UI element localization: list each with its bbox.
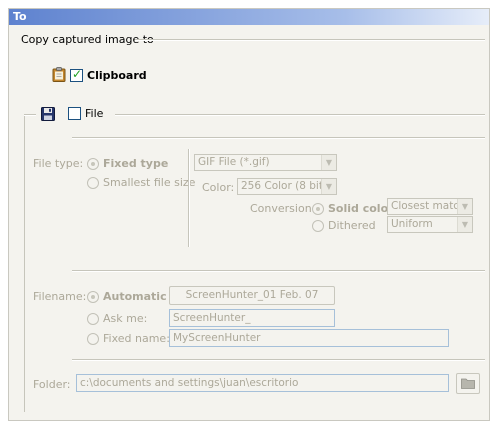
folder-label: Folder: — [33, 378, 71, 391]
file-checkbox[interactable] — [68, 107, 81, 120]
fixed-type-radio[interactable] — [87, 158, 99, 170]
format-select[interactable]: GIF File (*.gif) ▼ — [194, 154, 337, 171]
browse-folder-button[interactable] — [456, 373, 480, 394]
folder-icon — [461, 377, 475, 393]
file-options-divider-bottom — [72, 359, 485, 361]
file-type-label: File type: — [33, 157, 84, 170]
ask-me-label[interactable]: Ask me: — [103, 312, 147, 325]
solid-color-radio[interactable] — [312, 203, 324, 215]
automatic-filename-button[interactable]: ScreenHunter_01 Feb. 07 12.0... — [169, 286, 335, 305]
color-label: Color: — [202, 181, 235, 194]
clipboard-label[interactable]: Clipboard — [87, 69, 147, 82]
clipboard-icon — [52, 67, 66, 82]
file-type-vertical-divider — [188, 149, 190, 247]
clipboard-checkbox[interactable]: ✓ — [70, 67, 83, 82]
solid-color-label[interactable]: Solid color — [328, 202, 394, 215]
file-label[interactable]: File — [85, 107, 103, 120]
file-group-left-border — [24, 114, 25, 412]
ask-me-input[interactable]: ScreenHunter_ — [169, 309, 335, 327]
chevron-down-icon: ▼ — [321, 155, 336, 170]
conversion-label: Conversion: — [250, 202, 316, 215]
solid-color-select-value: Closest match — [391, 200, 466, 212]
chevron-down-icon: ▼ — [457, 199, 472, 214]
file-options-divider-middle — [72, 270, 485, 272]
color-select-value: 256 Color (8 bit) — [241, 180, 328, 192]
file-group-top-border-right — [115, 114, 485, 116]
dithered-select-value: Uniform — [391, 218, 433, 230]
file-group-top-border-left — [24, 114, 36, 116]
fixed-type-label[interactable]: Fixed type — [103, 157, 168, 170]
dithered-select[interactable]: Uniform ▼ — [387, 216, 473, 233]
solid-color-select[interactable]: Closest match ▼ — [387, 198, 473, 215]
to-panel: To Copy captured image to ✓ Clipboard Fi… — [8, 8, 490, 421]
dithered-label[interactable]: Dithered — [328, 219, 376, 232]
smallest-size-radio[interactable] — [87, 177, 99, 189]
panel-title: To — [9, 9, 489, 25]
fixed-name-input[interactable]: MyScreenHunter — [169, 329, 449, 347]
chevron-down-icon: ▼ — [457, 217, 472, 232]
fixed-name-label[interactable]: Fixed name: — [103, 332, 170, 345]
copy-section-label: Copy captured image to — [21, 33, 154, 46]
format-select-value: GIF File (*.gif) — [198, 156, 270, 168]
fixed-name-radio[interactable] — [87, 333, 99, 345]
file-options-divider-top — [72, 137, 485, 139]
automatic-radio[interactable] — [87, 291, 99, 303]
automatic-label[interactable]: Automatic — [103, 290, 167, 303]
floppy-disk-icon — [41, 107, 55, 121]
filename-label: Filename: — [33, 290, 87, 303]
checkmark-icon: ✓ — [72, 67, 83, 81]
copy-section-divider — [135, 39, 485, 41]
smallest-size-label[interactable]: Smallest file size — [103, 176, 195, 189]
color-select[interactable]: 256 Color (8 bit) ▼ — [237, 178, 337, 195]
dithered-radio[interactable] — [312, 220, 324, 232]
ask-me-radio[interactable] — [87, 313, 99, 325]
folder-input[interactable]: c:\documents and settings\juan\escritori… — [76, 374, 449, 392]
chevron-down-icon: ▼ — [321, 179, 336, 194]
